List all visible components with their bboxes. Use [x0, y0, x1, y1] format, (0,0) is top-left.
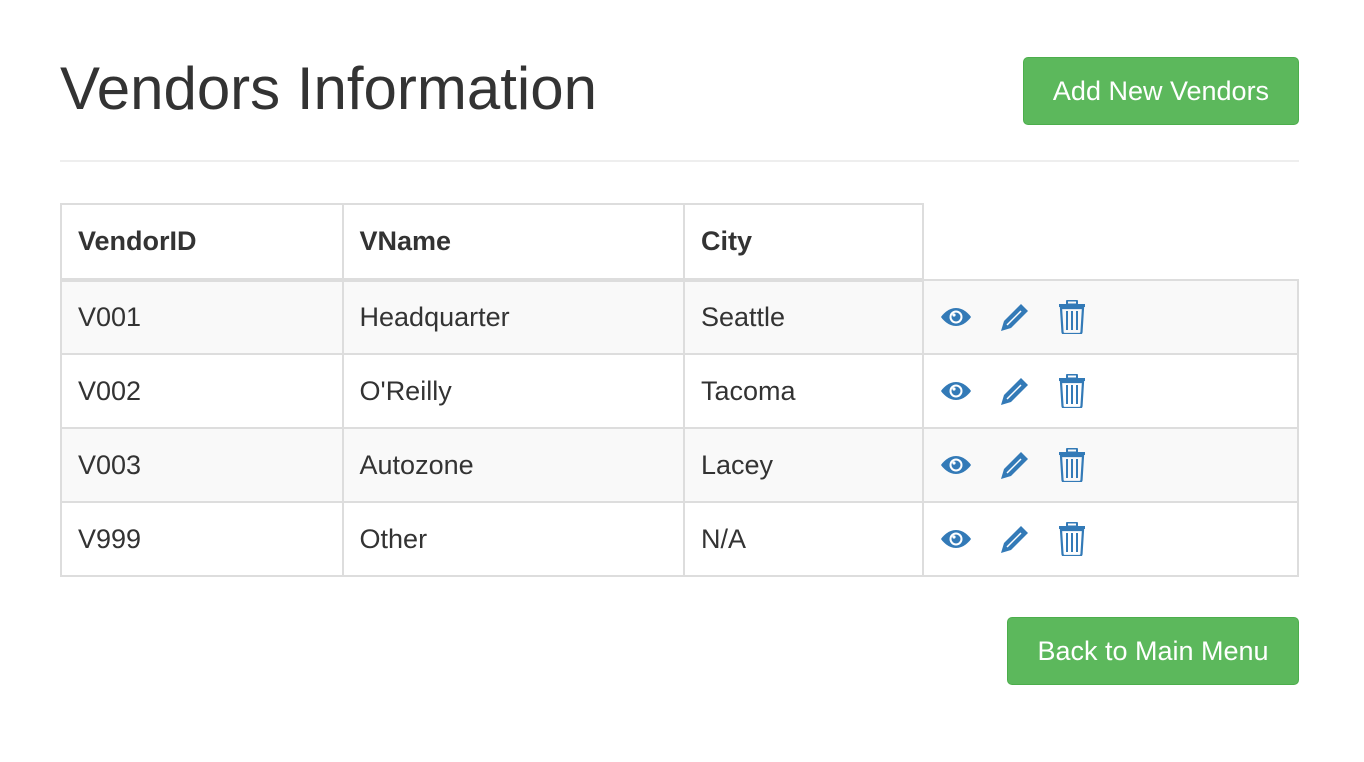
- cell-actions: [921, 279, 1300, 355]
- add-new-vendors-button[interactable]: Add New Vendors: [1023, 57, 1299, 125]
- trash-icon[interactable]: [1058, 373, 1117, 409]
- trash-icon[interactable]: [1058, 299, 1117, 335]
- eye-icon[interactable]: [940, 373, 999, 409]
- cell-vendor-name: Autozone: [341, 427, 685, 503]
- row-actions: [940, 299, 1297, 335]
- column-header-vname: VName: [341, 203, 685, 282]
- table-header-row: VendorID VName City: [60, 203, 1298, 282]
- cell-vendor-name: O'Reilly: [341, 353, 685, 429]
- cell-vendor-id: V002: [60, 353, 344, 429]
- cell-city: Seattle: [682, 279, 924, 355]
- row-actions: [940, 521, 1297, 557]
- pencil-icon[interactable]: [999, 299, 1058, 335]
- cell-city: Tacoma: [682, 353, 924, 429]
- cell-actions: [921, 501, 1300, 577]
- cell-vendor-name: Other: [341, 501, 685, 577]
- trash-icon[interactable]: [1058, 447, 1117, 483]
- eye-icon[interactable]: [940, 299, 999, 335]
- eye-icon[interactable]: [940, 447, 999, 483]
- table-row: V002 O'Reilly Tacoma: [60, 353, 1300, 429]
- page-title: Vendors Information: [60, 55, 597, 122]
- back-to-main-menu-button[interactable]: Back to Main Menu: [1007, 617, 1299, 685]
- pencil-icon[interactable]: [999, 447, 1058, 483]
- cell-city: Lacey: [682, 427, 924, 503]
- pencil-icon[interactable]: [999, 373, 1058, 409]
- cell-vendor-name: Headquarter: [341, 279, 685, 355]
- row-actions: [940, 373, 1297, 409]
- column-header-vendorid: VendorID: [60, 203, 344, 282]
- cell-vendor-id: V003: [60, 427, 344, 503]
- table-row: V001 Headquarter Seattle: [60, 279, 1300, 355]
- cell-vendor-id: V001: [60, 279, 344, 355]
- eye-icon[interactable]: [940, 521, 999, 557]
- column-header-actions: [921, 204, 1298, 281]
- cell-actions: [921, 353, 1300, 429]
- trash-icon[interactable]: [1058, 521, 1117, 557]
- pencil-icon[interactable]: [999, 521, 1058, 557]
- page-header: Vendors Information Add New Vendors: [60, 0, 1299, 162]
- column-header-city: City: [682, 203, 924, 282]
- table-row: V003 Autozone Lacey: [60, 427, 1300, 503]
- vendors-table: VendorID VName City V001 Headquarter Sea…: [60, 203, 1300, 577]
- cell-city: N/A: [682, 501, 924, 577]
- cell-vendor-id: V999: [60, 501, 344, 577]
- cell-actions: [921, 427, 1300, 503]
- page-container: Vendors Information Add New Vendors Vend…: [60, 0, 1300, 685]
- table-row: V999 Other N/A: [60, 501, 1300, 577]
- row-actions: [940, 447, 1297, 483]
